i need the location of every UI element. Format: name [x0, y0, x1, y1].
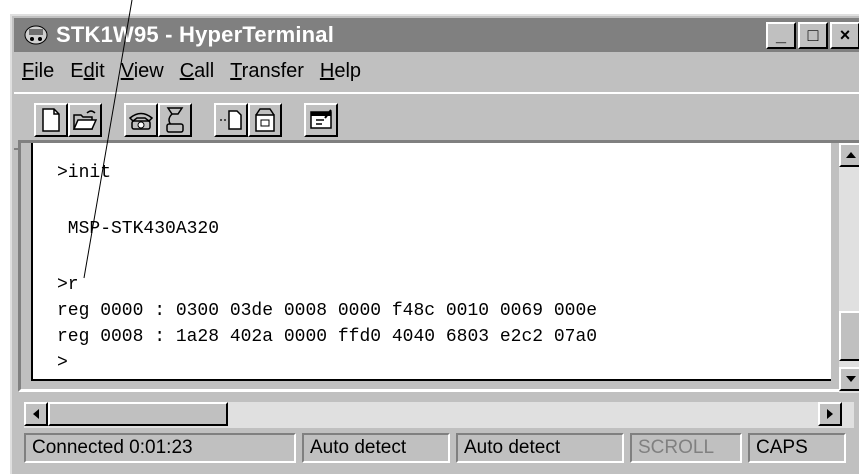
horizontal-scroll-thumb[interactable] [48, 402, 228, 426]
terminal-line: > [57, 353, 68, 373]
new-icon [42, 108, 60, 132]
menu-call[interactable]: Call [180, 60, 214, 83]
vertical-scroll-thumb[interactable] [839, 311, 859, 361]
open-icon [72, 110, 98, 130]
title-bar[interactable]: STK1W95 - HyperTerminal _ □ × [14, 18, 859, 52]
close-button[interactable]: × [830, 22, 859, 49]
phone-icon [128, 112, 154, 130]
vertical-scrollbar[interactable] [839, 143, 859, 393]
status-connected: Connected 0:01:23 [24, 433, 296, 463]
terminal-line: MSP-STK430A320 [57, 219, 220, 239]
send-file-icon [220, 110, 242, 130]
arrow-up-icon [846, 152, 856, 158]
properties-button[interactable] [304, 103, 338, 137]
menu-help[interactable]: Help [320, 60, 361, 83]
status-scroll: SCROLL [630, 433, 742, 463]
menu-view[interactable]: View [121, 60, 164, 83]
minimize-icon: _ [775, 25, 786, 45]
scroll-down-button[interactable] [839, 367, 859, 391]
status-bar: Connected 0:01:23 Auto detect Auto detec… [24, 433, 859, 463]
hyperterminal-app-icon[interactable] [22, 21, 50, 49]
terminal-line: reg 0008 : 1a28 402a 0000 ffd0 4040 6803… [57, 327, 598, 347]
arrow-right-icon [827, 409, 833, 419]
menu-edit[interactable]: Edit [70, 60, 104, 83]
maximize-icon: □ [807, 25, 819, 45]
receive-file-icon [255, 108, 275, 132]
properties-icon [310, 109, 332, 129]
phone-hangup-icon [166, 107, 184, 133]
terminal-line: reg 0000 : 0300 03de 0008 0000 f48c 0010… [57, 301, 598, 321]
horizontal-scrollbar[interactable] [24, 402, 854, 428]
window-title: STK1W95 - HyperTerminal [56, 22, 335, 47]
terminal-frame: >init MSP-STK430A320 >r reg 0000 : 0300 … [18, 140, 859, 393]
open-button[interactable] [68, 103, 102, 137]
receive-button[interactable] [248, 103, 282, 137]
arrow-left-icon [33, 409, 39, 419]
status-caps: CAPS [748, 433, 846, 463]
arrow-down-icon [846, 376, 856, 382]
scroll-left-button[interactable] [24, 402, 48, 426]
terminal-line: >r [57, 275, 79, 295]
minimize-button[interactable]: _ [766, 22, 796, 49]
status-port-settings: Auto detect [456, 433, 624, 463]
scroll-up-button[interactable] [839, 143, 859, 167]
terminal-screen[interactable]: >init MSP-STK430A320 >r reg 0000 : 0300 … [31, 143, 831, 381]
new-connection-button[interactable] [34, 103, 68, 137]
terminal-line: >init [57, 163, 112, 183]
scroll-right-button[interactable] [818, 402, 842, 426]
connect-button[interactable] [124, 103, 158, 137]
send-button[interactable] [214, 103, 248, 137]
maximize-button[interactable]: □ [798, 22, 828, 49]
menu-transfer[interactable]: Transfer [230, 60, 304, 83]
menu-bar: File Edit View Call Transfer Help [14, 56, 859, 86]
close-icon: × [839, 25, 851, 45]
disconnect-button[interactable] [158, 103, 192, 137]
status-emulation: Auto detect [302, 433, 450, 463]
menu-file[interactable]: File [22, 60, 54, 83]
